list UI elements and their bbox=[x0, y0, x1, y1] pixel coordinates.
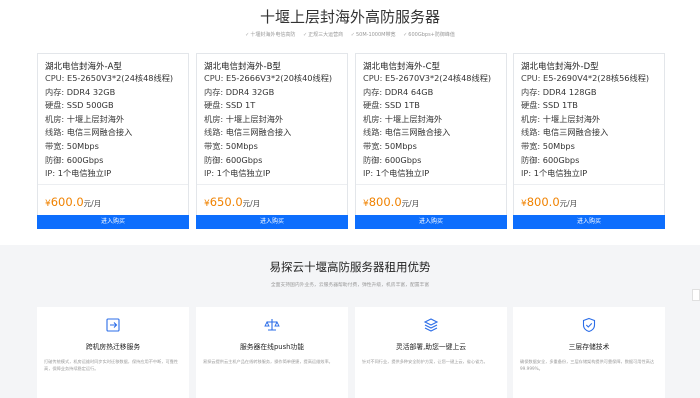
spec-memory: 内存: DDR4 32GB bbox=[204, 86, 275, 97]
spec-cpu: CPU: E5-2650V3*2(24核48线程) bbox=[45, 73, 174, 83]
spec-cpu: CPU: E5-2690V4*2(28核56线程) bbox=[521, 73, 650, 83]
price: ¥600.0元/月 bbox=[45, 195, 102, 209]
spec-ip: IP: 1个电信独立IP bbox=[204, 168, 271, 179]
feature-tag: 十堰封海外电信高防 bbox=[245, 32, 295, 38]
spec-defense: 防御: 600Gbps bbox=[521, 154, 580, 165]
spec-bandwidth: 带宽: 50Mbps bbox=[204, 140, 258, 151]
advantage-card: 跨机房热迁移服务 打破传统模式，机房运维时同步实时迁移数据，保持应用不中断，可靠… bbox=[37, 307, 189, 398]
feature-tag: 正规三大运营商 bbox=[303, 32, 343, 38]
feature-tags: 十堰封海外电信高防 正规三大运营商 50M-1000M带宽 600Gbps+防御… bbox=[0, 31, 700, 38]
spec-room: 机房: 十堰上层封海外 bbox=[363, 113, 443, 124]
spec-ip: IP: 1个电信独立IP bbox=[45, 168, 112, 179]
spec-ip: IP: 1个电信独立IP bbox=[363, 168, 430, 179]
page-title: 十堰上层封海外高防服务器 bbox=[259, 8, 440, 26]
price: ¥650.0元/月 bbox=[204, 195, 261, 209]
products-section: 十堰上层封海外高防服务器 十堰封海外电信高防 正规三大运营商 50M-1000M… bbox=[0, 0, 700, 245]
buy-button[interactable]: 进入购买 bbox=[37, 215, 189, 229]
product-name: 湖北电信封海外-A型 bbox=[45, 62, 122, 72]
advantage-title: 服务器在线push功能 bbox=[239, 343, 305, 351]
spec-defense: 防御: 600Gbps bbox=[45, 154, 104, 165]
product-name: 湖北电信封海外-D型 bbox=[521, 62, 599, 72]
product-name: 湖北电信封海外-C型 bbox=[363, 62, 441, 72]
advantage-desc: 针对不同行业，提供多种安全防护方案，让您一键上云，省心省力。 bbox=[362, 359, 488, 364]
spec-defense: 防御: 600Gbps bbox=[204, 154, 263, 165]
advantage-desc: 打破传统模式，机房运维时同步实时迁移数据，保持应用不中断，可靠性高，保障业务持续… bbox=[44, 359, 179, 371]
advantage-title: 三层存储技术 bbox=[568, 343, 610, 351]
spec-memory: 内存: DDR4 64GB bbox=[363, 86, 434, 97]
spec-line: 线路: 电信三网融合接入 bbox=[45, 127, 133, 138]
spec-bandwidth: 带宽: 50Mbps bbox=[521, 140, 575, 151]
spec-ip: IP: 1个电信独立IP bbox=[521, 168, 588, 179]
divider bbox=[514, 184, 664, 185]
shield-check-icon bbox=[582, 317, 596, 333]
price: ¥800.0元/月 bbox=[521, 195, 578, 209]
feature-tag: 50M-1000M带宽 bbox=[351, 32, 396, 38]
spec-defense: 防御: 600Gbps bbox=[363, 154, 422, 165]
spec-room: 机房: 十堰上层封海外 bbox=[45, 113, 125, 124]
spec-disk: 硬盘: SSD 1TB bbox=[521, 100, 578, 111]
advantage-title: 跨机房热迁移服务 bbox=[85, 343, 141, 351]
divider bbox=[38, 184, 188, 185]
spec-disk: 硬盘: SSD 1T bbox=[204, 100, 256, 111]
spec-memory: 内存: DDR4 32GB bbox=[45, 86, 116, 97]
spec-line: 线路: 电信三网融合接入 bbox=[521, 127, 609, 138]
divider bbox=[197, 184, 347, 185]
price: ¥800.0元/月 bbox=[363, 195, 420, 209]
spec-list: CPU: E5-2650V3*2(24核48线程) 内存: DDR4 32GB … bbox=[45, 72, 173, 181]
product-card-b: 湖北电信封海外-B型 CPU: E5-2666V3*2(20核40线程) 内存:… bbox=[196, 53, 348, 229]
migrate-icon bbox=[106, 318, 120, 332]
spec-room: 机房: 十堰上层封海外 bbox=[204, 113, 284, 124]
spec-room: 机房: 十堰上层封海外 bbox=[521, 113, 601, 124]
product-cards: 湖北电信封海外-A型 CPU: E5-2650V3*2(24核48线程) 内存:… bbox=[37, 53, 665, 229]
advantage-cards: 跨机房热迁移服务 打破传统模式，机房运维时同步实时迁移数据，保持应用不中断，可靠… bbox=[37, 307, 665, 398]
product-card-a: 湖北电信封海外-A型 CPU: E5-2650V3*2(24核48线程) 内存:… bbox=[37, 53, 189, 229]
spec-disk: 硬盘: SSD 500GB bbox=[45, 100, 114, 111]
spec-cpu: CPU: E5-2670V3*2(24核48线程) bbox=[363, 73, 492, 83]
advantage-card: 服务器在线push功能 易探云提供云主机产品在线转移服务，操作简单便捷，提高运维… bbox=[196, 307, 348, 398]
buy-button[interactable]: 进入购买 bbox=[513, 215, 665, 229]
feature-tag: 600Gbps+防御峰值 bbox=[403, 32, 455, 38]
section-subtitle: 全面支持国内外业务，云服务器帮助付费，弹性升级，机房丰富，配置丰富 bbox=[270, 283, 430, 288]
spec-bandwidth: 带宽: 50Mbps bbox=[363, 140, 417, 151]
section-title: 易探云十堰高防服务器租用优势 bbox=[269, 260, 431, 274]
buy-button[interactable]: 进入购买 bbox=[196, 215, 348, 229]
spec-line: 线路: 电信三网融合接入 bbox=[363, 127, 451, 138]
advantage-card: 三层存储技术 确保数据安全，多重备份，三层存储架构提供可靠保障，数据可用性高达9… bbox=[513, 307, 665, 398]
side-float-button[interactable] bbox=[692, 289, 700, 301]
balance-icon bbox=[264, 319, 280, 331]
product-name: 湖北电信封海外-B型 bbox=[204, 62, 281, 72]
advantage-card: 灵活部署,助您一键上云 针对不同行业，提供多种安全防护方案，让您一键上云，省心省… bbox=[355, 307, 507, 398]
divider bbox=[356, 184, 506, 185]
advantages-section: 易探云十堰高防服务器租用优势 全面支持国内外业务，云服务器帮助付费，弹性升级，机… bbox=[0, 245, 700, 398]
spec-memory: 内存: DDR4 128GB bbox=[521, 86, 597, 97]
spec-bandwidth: 带宽: 50Mbps bbox=[45, 140, 99, 151]
spec-line: 线路: 电信三网融合接入 bbox=[204, 127, 292, 138]
advantage-desc: 确保数据安全，多重备份，三层存储架构提供可靠保障，数据可用性高达99.999%。 bbox=[520, 359, 655, 371]
spec-list: CPU: E5-2690V4*2(28核56线程) 内存: DDR4 128GB… bbox=[521, 72, 649, 181]
spec-list: CPU: E5-2670V3*2(24核48线程) 内存: DDR4 64GB … bbox=[363, 72, 491, 181]
advantage-title: 灵活部署,助您一键上云 bbox=[395, 343, 467, 351]
layers-icon bbox=[423, 318, 439, 332]
product-card-d: 湖北电信封海外-D型 CPU: E5-2690V4*2(28核56线程) 内存:… bbox=[513, 53, 665, 229]
advantage-desc: 易探云提供云主机产品在线转移服务，操作简单便捷，提高运维效率。 bbox=[203, 359, 333, 364]
product-card-c: 湖北电信封海外-C型 CPU: E5-2670V3*2(24核48线程) 内存:… bbox=[355, 53, 507, 229]
spec-list: CPU: E5-2666V3*2(20核40线程) 内存: DDR4 32GB … bbox=[204, 72, 332, 181]
buy-button[interactable]: 进入购买 bbox=[355, 215, 507, 229]
spec-cpu: CPU: E5-2666V3*2(20核40线程) bbox=[204, 73, 333, 83]
spec-disk: 硬盘: SSD 1TB bbox=[363, 100, 420, 111]
